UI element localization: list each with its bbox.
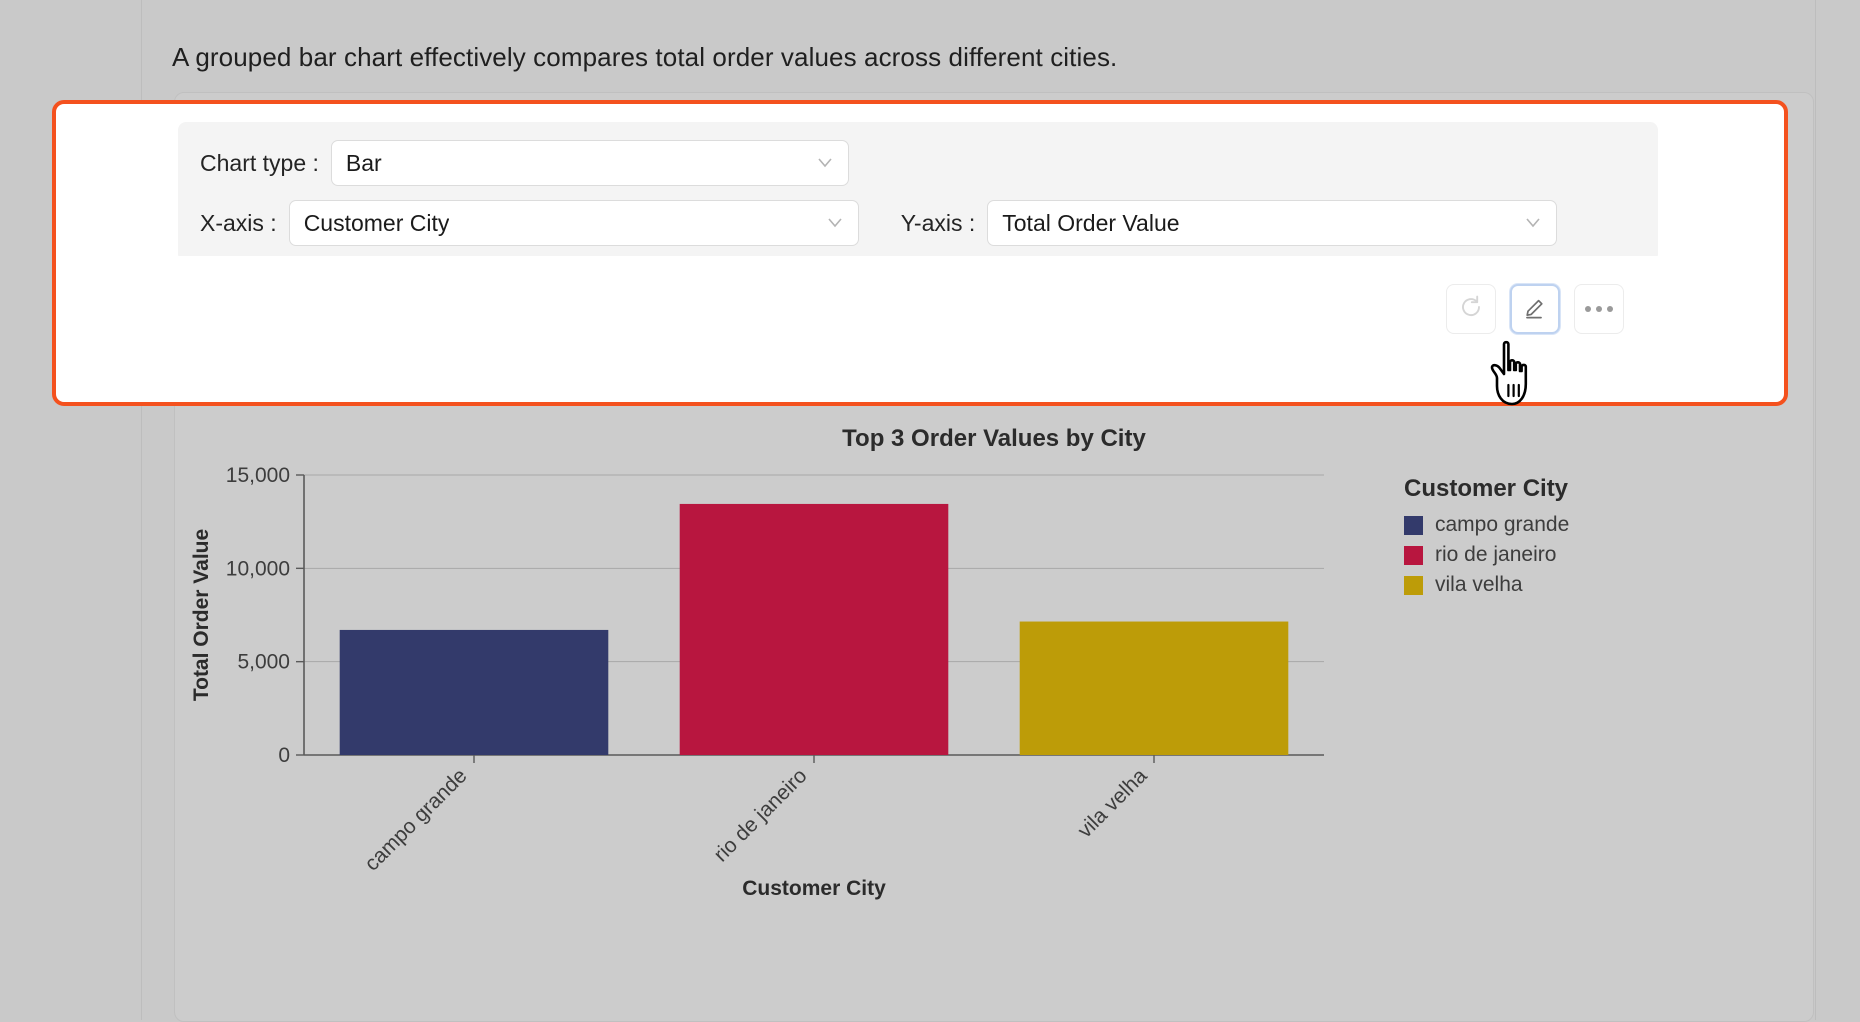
chevron-down-icon <box>816 154 834 172</box>
chart-type-select[interactable]: Bar <box>330 140 849 186</box>
edit-button[interactable] <box>1510 284 1560 334</box>
y-axis-tick-label: 0 <box>278 744 290 767</box>
x-axis-tick-label: rio de janeiro <box>709 764 811 866</box>
chart-legend: Customer City campo grande rio de janeiro… <box>1404 475 1569 603</box>
legend-color-swatch <box>1404 515 1423 535</box>
y-axis-tick-label: 5,000 <box>237 651 290 674</box>
chart-toolbar <box>178 256 1658 376</box>
y-axis-select[interactable]: Total Order Value <box>987 200 1558 246</box>
toolbar-button-group <box>1446 284 1624 334</box>
x-axis-label: X-axis : <box>200 209 277 236</box>
x-axis-select[interactable]: Customer City <box>288 200 859 246</box>
y-axis-tick-label: 15,000 <box>226 464 290 487</box>
y-axis-value: Total Order Value <box>1002 209 1180 236</box>
x-axis-title: Customer City <box>742 877 886 900</box>
refresh-button[interactable] <box>1446 284 1496 334</box>
legend-color-swatch <box>1404 545 1423 565</box>
axis-row: X-axis : Customer City Y-axis : Total Or… <box>200 200 1636 246</box>
page-title: A grouped bar chart effectively compares… <box>172 42 1118 72</box>
legend-color-swatch <box>1404 575 1423 595</box>
chart-type-row: Chart type : Bar <box>200 140 1636 186</box>
x-axis-tick-label: campo grande <box>360 764 471 875</box>
pencil-edit-icon <box>1522 294 1548 325</box>
legend-item-label: vila velha <box>1435 573 1523 596</box>
more-options-icon <box>1585 306 1613 312</box>
y-axis-title: Total Order Value <box>190 529 213 701</box>
bar[interactable] <box>339 629 609 755</box>
chart-controls-panel: Chart type : Bar X-axis : Customer City <box>178 122 1658 262</box>
chart-type-label: Chart type : <box>200 149 319 176</box>
legend-item-label: rio de janeiro <box>1435 543 1557 566</box>
chart-region: Top 3 Order Values by City 0 5,000 10,000 1… <box>174 415 1814 925</box>
y-axis-label: Y-axis : <box>900 209 976 236</box>
legend-item[interactable]: campo grande <box>1404 513 1569 537</box>
x-axis-tick-label: vila velha <box>1073 764 1151 842</box>
bar[interactable] <box>1019 621 1289 755</box>
app-root: A grouped bar chart effectively compares… <box>0 0 1860 1022</box>
chevron-down-icon <box>826 214 844 232</box>
bar[interactable] <box>679 503 949 755</box>
legend-title: Customer City <box>1404 475 1569 502</box>
x-axis-value: Customer City <box>303 209 450 236</box>
legend-item[interactable]: rio de janeiro <box>1404 543 1569 567</box>
y-axis-tick-label: 10,000 <box>226 557 290 580</box>
chevron-down-icon <box>1524 214 1542 232</box>
more-options-button[interactable] <box>1574 284 1624 334</box>
legend-item-label: campo grande <box>1435 513 1570 536</box>
legend-item[interactable]: vila velha <box>1404 573 1569 597</box>
highlighted-controls-region: Chart type : Bar X-axis : Customer City <box>52 100 1788 406</box>
right-gutter <box>1815 0 1860 1020</box>
chart-type-value: Bar <box>345 149 382 176</box>
refresh-icon <box>1458 294 1484 325</box>
legend-items: campo grande rio de janeiro vila velha <box>1404 513 1569 597</box>
